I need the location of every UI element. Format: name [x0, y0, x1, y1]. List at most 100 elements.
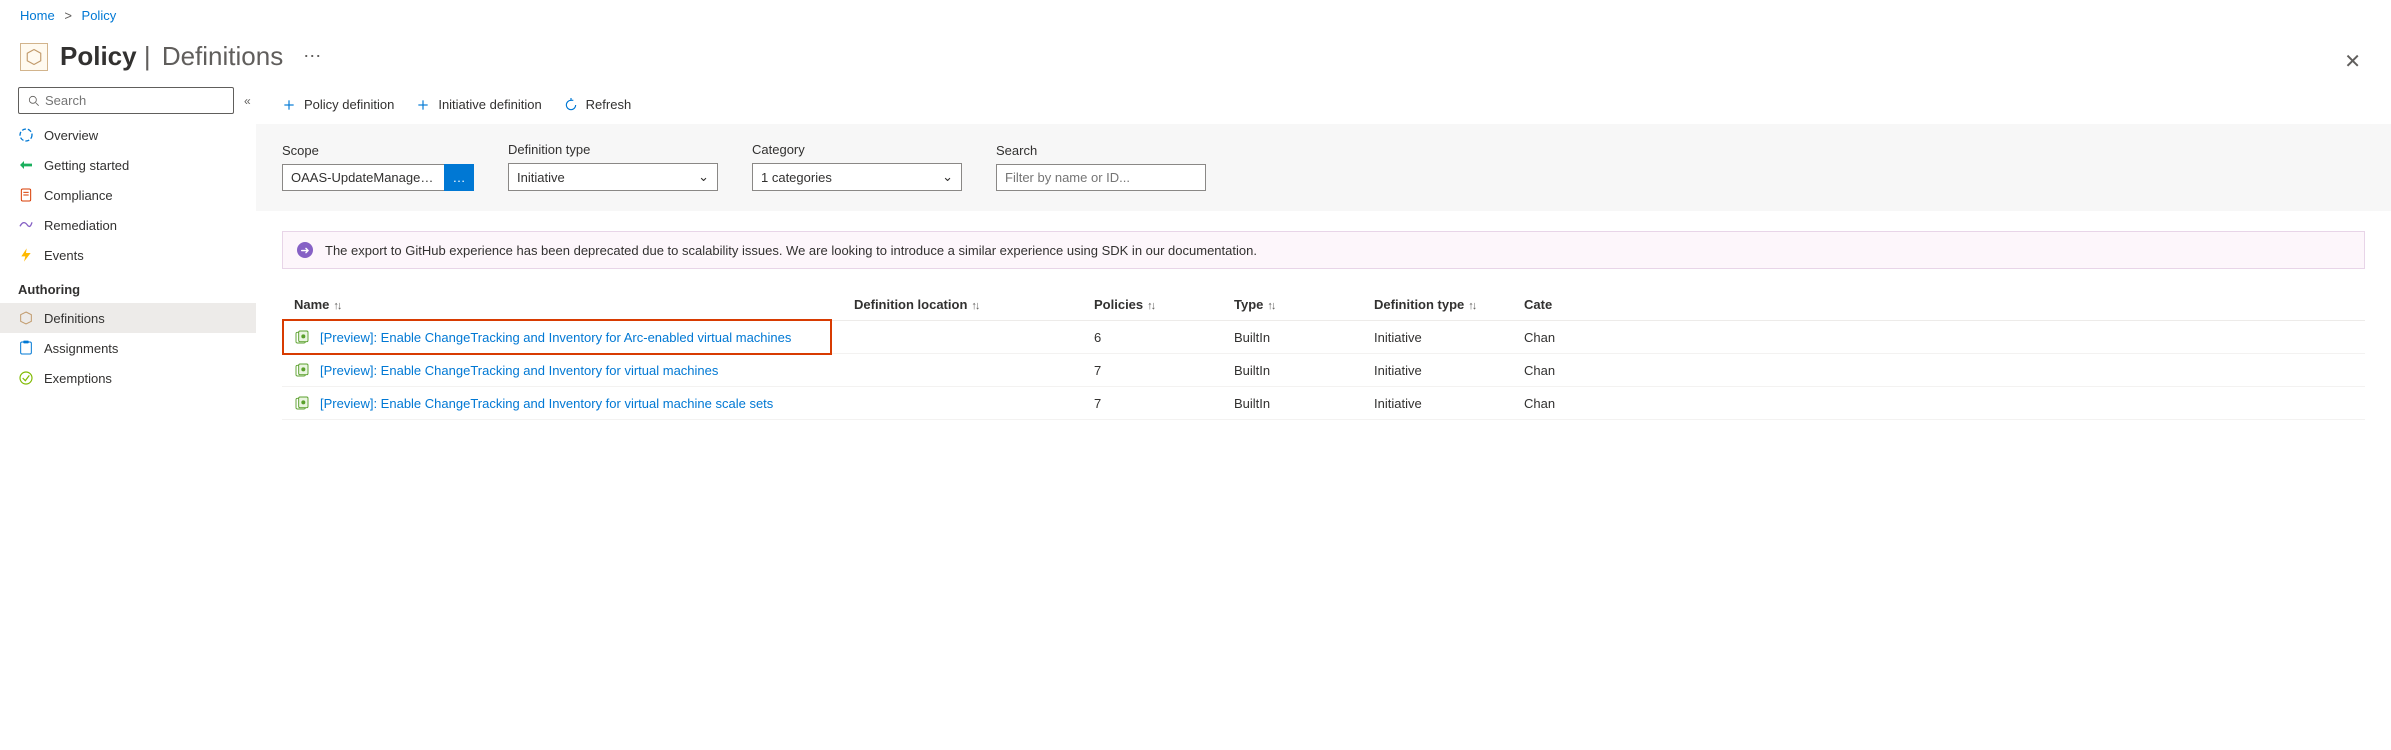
- add-policy-definition-button[interactable]: Policy definition: [282, 97, 394, 112]
- sidebar-item-definitions[interactable]: Definitions: [0, 303, 256, 333]
- category-select[interactable]: 1 categories ⌄: [752, 163, 962, 191]
- definition-link[interactable]: [Preview]: Enable ChangeTracking and Inv…: [320, 330, 791, 345]
- cell-policies: 6: [1082, 321, 1222, 354]
- sort-icon: ↑↓: [1267, 300, 1274, 312]
- cell-definition-type: Initiative: [1362, 354, 1512, 387]
- breadcrumb: Home > Policy: [0, 0, 2391, 31]
- col-header-category[interactable]: Cate: [1512, 289, 2365, 321]
- collapse-sidebar-icon[interactable]: «: [244, 94, 251, 108]
- sidebar: « Overview Getting started Compliance Re…: [0, 87, 256, 413]
- definition-link[interactable]: [Preview]: Enable ChangeTracking and Inv…: [320, 363, 718, 378]
- sidebar-item-label: Overview: [44, 128, 98, 143]
- more-actions-button[interactable]: ⋯: [303, 46, 321, 67]
- sidebar-item-compliance[interactable]: Compliance: [0, 180, 256, 210]
- breadcrumb-policy[interactable]: Policy: [82, 8, 117, 23]
- sort-icon: ↑↓: [971, 300, 978, 312]
- scope-picker-button[interactable]: …: [444, 164, 474, 191]
- cell-definition-location: [842, 387, 1082, 420]
- col-header-definition-location[interactable]: Definition location↑↓: [842, 289, 1082, 321]
- toolbar: Policy definition Initiative definition …: [256, 87, 2391, 124]
- chevron-down-icon: ⌄: [698, 169, 709, 185]
- compliance-icon: [18, 187, 34, 203]
- filter-search: Search: [996, 143, 1206, 191]
- sidebar-item-remediation[interactable]: Remediation: [0, 210, 256, 240]
- info-icon: ➜: [297, 242, 313, 258]
- filter-scope: Scope OAAS-UpdateManagem… …: [282, 143, 474, 191]
- col-header-type[interactable]: Type↑↓: [1222, 289, 1362, 321]
- sidebar-section-authoring: Authoring: [0, 270, 256, 303]
- cell-definition-type: Initiative: [1362, 321, 1512, 354]
- filter-search-label: Search: [996, 143, 1206, 158]
- exemptions-icon: [18, 370, 34, 386]
- scope-input[interactable]: OAAS-UpdateManagem…: [282, 164, 444, 191]
- definitions-table: Name↑↓ Definition location↑↓ Policies↑↓ …: [282, 289, 2365, 420]
- col-header-name[interactable]: Name↑↓: [282, 289, 842, 321]
- sidebar-item-exemptions[interactable]: Exemptions: [0, 363, 256, 393]
- policy-resource-icon: [20, 43, 48, 71]
- filter-bar: Scope OAAS-UpdateManagem… … Definition t…: [256, 124, 2391, 211]
- sidebar-item-getting-started[interactable]: Getting started: [0, 150, 256, 180]
- sidebar-item-label: Remediation: [44, 218, 117, 233]
- filter-search-input[interactable]: [1005, 170, 1197, 185]
- sidebar-item-label: Getting started: [44, 158, 129, 173]
- sidebar-item-label: Events: [44, 248, 84, 263]
- add-initiative-definition-button[interactable]: Initiative definition: [416, 97, 541, 112]
- cell-definition-location: [842, 354, 1082, 387]
- ellipsis-icon: …: [453, 170, 466, 185]
- sidebar-item-assignments[interactable]: Assignments: [0, 333, 256, 363]
- cell-category: Chan: [1512, 354, 2365, 387]
- cell-category: Chan: [1512, 387, 2365, 420]
- cell-category: Chan: [1512, 321, 2365, 354]
- initiative-icon: [294, 362, 310, 378]
- sidebar-item-label: Definitions: [44, 311, 105, 326]
- col-header-definition-type[interactable]: Definition type↑↓: [1362, 289, 1512, 321]
- cell-type: BuiltIn: [1222, 387, 1362, 420]
- sort-icon: ↑↓: [1468, 300, 1475, 312]
- sort-icon: ↑↓: [1147, 300, 1154, 312]
- main-content: Policy definition Initiative definition …: [256, 87, 2391, 420]
- chevron-down-icon: ⌄: [942, 169, 953, 185]
- filter-definition-type: Definition type Initiative ⌄: [508, 142, 718, 191]
- filter-category: Category 1 categories ⌄: [752, 142, 962, 191]
- scope-label: Scope: [282, 143, 474, 158]
- page-title: Policy | Definitions: [60, 41, 283, 72]
- breadcrumb-home[interactable]: Home: [20, 8, 55, 23]
- initiative-icon: [294, 329, 310, 345]
- category-label: Category: [752, 142, 962, 157]
- definition-type-select[interactable]: Initiative ⌄: [508, 163, 718, 191]
- overview-icon: [18, 127, 34, 143]
- table-row[interactable]: [Preview]: Enable ChangeTracking and Inv…: [282, 321, 2365, 354]
- close-button[interactable]: ✕: [2344, 49, 2361, 74]
- sidebar-search-box[interactable]: [18, 87, 234, 114]
- col-header-policies[interactable]: Policies↑↓: [1082, 289, 1222, 321]
- deprecation-info-bar: ➜ The export to GitHub experience has be…: [282, 231, 2365, 269]
- getting-started-icon: [18, 157, 34, 173]
- initiative-icon: [294, 395, 310, 411]
- definitions-icon: [18, 310, 34, 326]
- cell-policies: 7: [1082, 387, 1222, 420]
- definitions-table-wrap: Name↑↓ Definition location↑↓ Policies↑↓ …: [256, 269, 2391, 420]
- plus-icon: [282, 98, 296, 112]
- assignments-icon: [18, 340, 34, 356]
- sidebar-item-label: Assignments: [44, 341, 118, 356]
- cell-type: BuiltIn: [1222, 321, 1362, 354]
- refresh-button[interactable]: Refresh: [564, 97, 632, 112]
- page-subtitle: Definitions: [162, 41, 283, 71]
- refresh-icon: [564, 98, 578, 112]
- sidebar-search-input[interactable]: [41, 91, 225, 110]
- sort-icon: ↑↓: [333, 300, 340, 312]
- cell-type: BuiltIn: [1222, 354, 1362, 387]
- cell-definition-location: [842, 321, 1082, 354]
- cell-policies: 7: [1082, 354, 1222, 387]
- table-row[interactable]: [Preview]: Enable ChangeTracking and Inv…: [282, 354, 2365, 387]
- table-row[interactable]: [Preview]: Enable ChangeTracking and Inv…: [282, 387, 2365, 420]
- page-title-divider: |: [144, 41, 158, 71]
- deftype-label: Definition type: [508, 142, 718, 157]
- sidebar-item-label: Exemptions: [44, 371, 112, 386]
- sidebar-item-overview[interactable]: Overview: [0, 120, 256, 150]
- definition-link[interactable]: [Preview]: Enable ChangeTracking and Inv…: [320, 396, 773, 411]
- page-header: Policy | Definitions ⋯ ✕: [0, 31, 2391, 87]
- info-message: The export to GitHub experience has been…: [325, 243, 1257, 258]
- sidebar-item-events[interactable]: Events: [0, 240, 256, 270]
- remediation-icon: [18, 217, 34, 233]
